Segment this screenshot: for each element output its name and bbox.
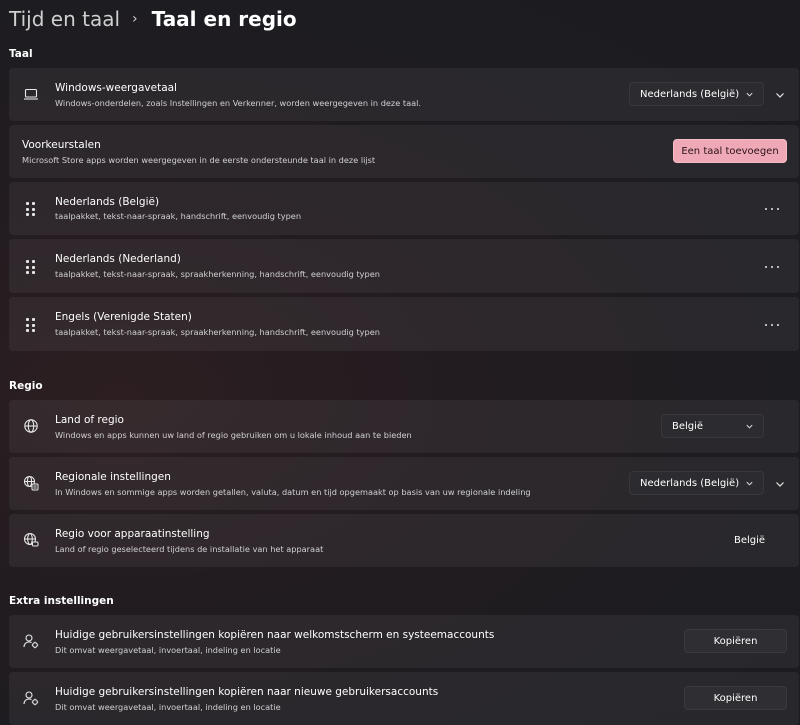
language-item[interactable]: Nederlands (Nederland) taalpakket, tekst…	[9, 239, 799, 293]
section-title-regio: Regio	[9, 380, 43, 392]
language-features: taalpakket, tekst-naar-spraak, spraakher…	[55, 269, 380, 279]
language-features: taalpakket, tekst-naar-spraak, handschri…	[55, 211, 302, 221]
chevron-down-icon	[746, 424, 753, 429]
language-name: Nederlands (Nederland)	[55, 253, 181, 265]
display-language-dropdown[interactable]: Nederlands (België)	[629, 82, 764, 106]
add-language-button[interactable]: Een taal toevoegen	[673, 139, 787, 163]
copy-welcome-card: Huidige gebruikersinstellingen kopiëren …	[9, 615, 799, 668]
device-region-card: Regio voor apparaatinstelling Land of re…	[9, 514, 799, 567]
preferred-languages-card: Voorkeurstalen Microsoft Store apps word…	[9, 125, 799, 178]
more-options-icon[interactable]	[765, 206, 779, 212]
regional-format-dropdown[interactable]: Nederlands (België)	[629, 471, 764, 495]
section-title-extra: Extra instellingen	[9, 595, 114, 607]
preferred-languages-title: Voorkeurstalen	[22, 139, 101, 151]
chevron-down-icon	[746, 481, 753, 486]
copy-welcome-button[interactable]: Kopiëren	[684, 629, 787, 653]
drag-handle-icon[interactable]	[26, 202, 36, 216]
language-features: taalpakket, tekst-naar-spraak, spraakher…	[55, 327, 380, 337]
language-name: Engels (Verenigde Staten)	[55, 311, 192, 323]
device-globe-icon	[23, 532, 39, 548]
breadcrumb: Tijd en taal › Taal en regio	[9, 4, 297, 34]
regional-format-value: Nederlands (België)	[640, 477, 740, 489]
copy-new-users-title: Huidige gebruikersinstellingen kopiëren …	[55, 686, 439, 698]
regional-format-title: Regionale instellingen	[55, 471, 171, 483]
user-settings-icon	[23, 690, 39, 706]
copy-new-users-card: Huidige gebruikersinstellingen kopiëren …	[9, 672, 799, 725]
globe-icon	[23, 418, 39, 434]
country-region-title: Land of regio	[55, 414, 124, 426]
expand-chevron-icon[interactable]	[774, 89, 786, 101]
more-options-icon[interactable]	[765, 264, 779, 270]
language-name: Nederlands (België)	[55, 196, 160, 208]
country-region-description: Windows en apps kunnen uw land of regio …	[55, 430, 412, 440]
country-region-value: België	[672, 420, 704, 432]
device-region-title: Regio voor apparaatinstelling	[55, 528, 210, 540]
laptop-icon	[23, 86, 39, 102]
preferred-languages-description: Microsoft Store apps worden weergegeven …	[22, 155, 376, 165]
language-item[interactable]: Nederlands (België) taalpakket, tekst-na…	[9, 182, 799, 235]
regional-format-icon	[23, 475, 39, 491]
display-language-value: Nederlands (België)	[640, 88, 740, 100]
country-region-card: Land of regio Windows en apps kunnen uw …	[9, 400, 799, 453]
chevron-down-icon	[746, 92, 753, 97]
more-options-icon[interactable]	[765, 322, 779, 328]
display-language-card: Windows-weergavetaal Windows-onderdelen,…	[9, 68, 799, 121]
expand-chevron-icon[interactable]	[774, 478, 786, 490]
section-title-taal: Taal	[9, 48, 33, 60]
user-settings-icon	[23, 633, 39, 649]
copy-new-users-description: Dit omvat weergavetaal, invoertaal, inde…	[55, 702, 281, 712]
regional-format-card: Regionale instellingen In Windows en som…	[9, 457, 799, 510]
device-region-description: Land of regio geselecteerd tijdens de in…	[55, 544, 324, 554]
display-language-title: Windows-weergavetaal	[55, 82, 177, 94]
page-title: Taal en regio	[151, 7, 297, 31]
copy-welcome-title: Huidige gebruikersinstellingen kopiëren …	[55, 629, 495, 641]
country-region-dropdown[interactable]: België	[661, 414, 764, 438]
breadcrumb-separator-icon: ›	[132, 11, 138, 27]
copy-welcome-description: Dit omvat weergavetaal, invoertaal, inde…	[55, 645, 281, 655]
copy-new-users-button[interactable]: Kopiëren	[684, 686, 787, 710]
device-region-value: België	[734, 535, 766, 546]
drag-handle-icon[interactable]	[26, 260, 36, 274]
display-language-description: Windows-onderdelen, zoals Instellingen e…	[55, 98, 421, 108]
regional-format-description: In Windows en sommige apps worden getall…	[55, 487, 531, 497]
drag-handle-icon[interactable]	[26, 318, 36, 332]
language-item[interactable]: Engels (Verenigde Staten) taalpakket, te…	[9, 297, 799, 351]
breadcrumb-parent[interactable]: Tijd en taal	[9, 7, 120, 31]
